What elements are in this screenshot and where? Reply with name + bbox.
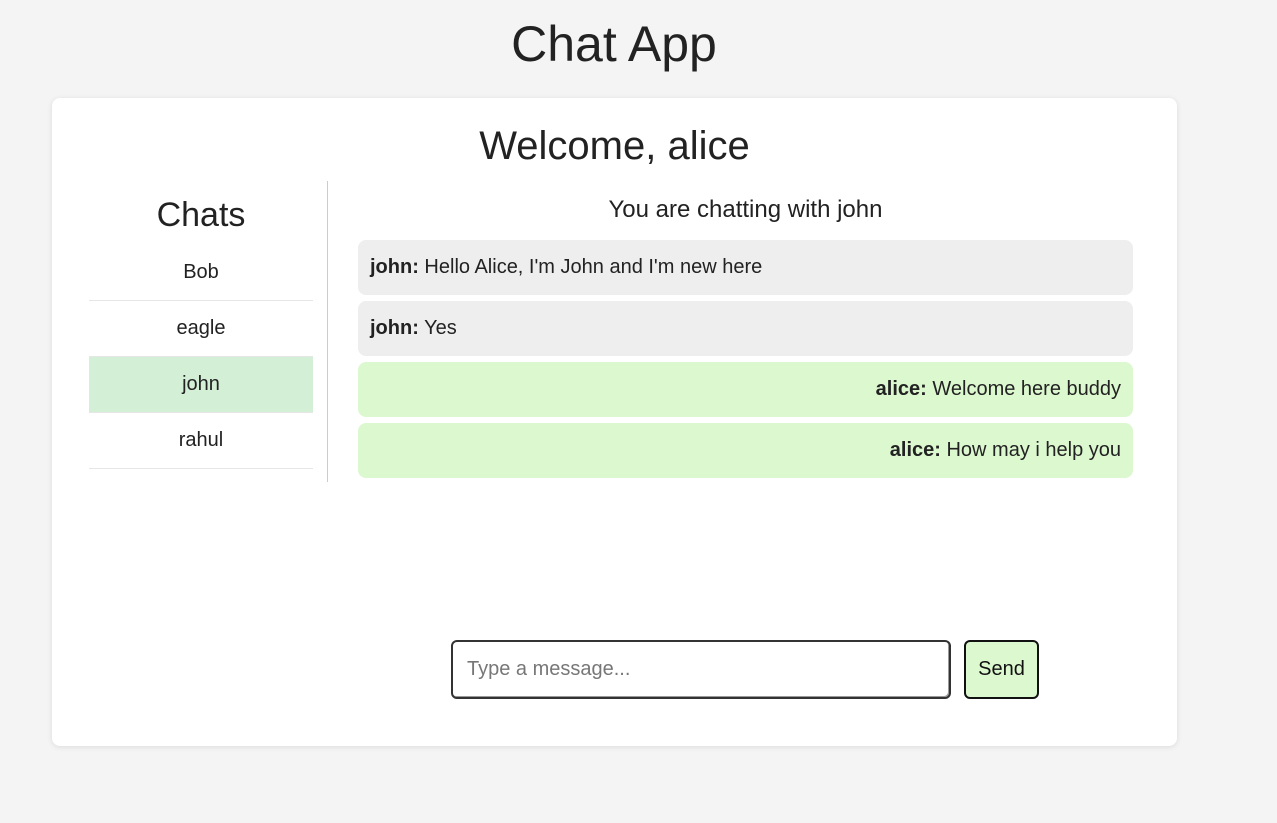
app-title: Chat App xyxy=(511,16,717,72)
chat-item-bob[interactable]: Bob xyxy=(89,245,313,301)
chat-item-rahul[interactable]: rahul xyxy=(89,413,313,469)
message-text: How may i help you xyxy=(940,439,1121,461)
message-sender: john: xyxy=(370,256,419,278)
message-composer: Send xyxy=(451,640,1041,700)
chat-item-eagle[interactable]: eagle xyxy=(89,301,313,357)
message-item: john: Yes xyxy=(358,301,1133,356)
message-sender: alice: xyxy=(875,378,927,400)
chats-heading: Chats xyxy=(156,196,246,234)
chat-list: Bob eagle john rahul xyxy=(89,245,313,469)
chat-card: Welcome, alice Chats Bob eagle john rahu… xyxy=(52,98,1177,746)
message-item: alice: Welcome here buddy xyxy=(358,362,1133,417)
message-text: Yes xyxy=(418,317,457,339)
message-text: Hello Alice, I'm John and I'm new here xyxy=(418,256,763,278)
chat-item-john[interactable]: john xyxy=(89,357,313,413)
message-sender: john: xyxy=(370,317,419,339)
message-item: john: Hello Alice, I'm John and I'm new … xyxy=(358,240,1133,295)
welcome-heading: Welcome, alice xyxy=(479,124,750,168)
message-text: Welcome here buddy xyxy=(926,378,1121,400)
message-sender: alice: xyxy=(889,439,941,461)
send-button[interactable]: Send xyxy=(964,640,1039,699)
message-list: john: Hello Alice, I'm John and I'm new … xyxy=(358,240,1133,484)
message-item: alice: How may i help you xyxy=(358,423,1133,478)
message-input[interactable] xyxy=(451,640,951,699)
chat-status: You are chatting with john xyxy=(608,196,883,223)
